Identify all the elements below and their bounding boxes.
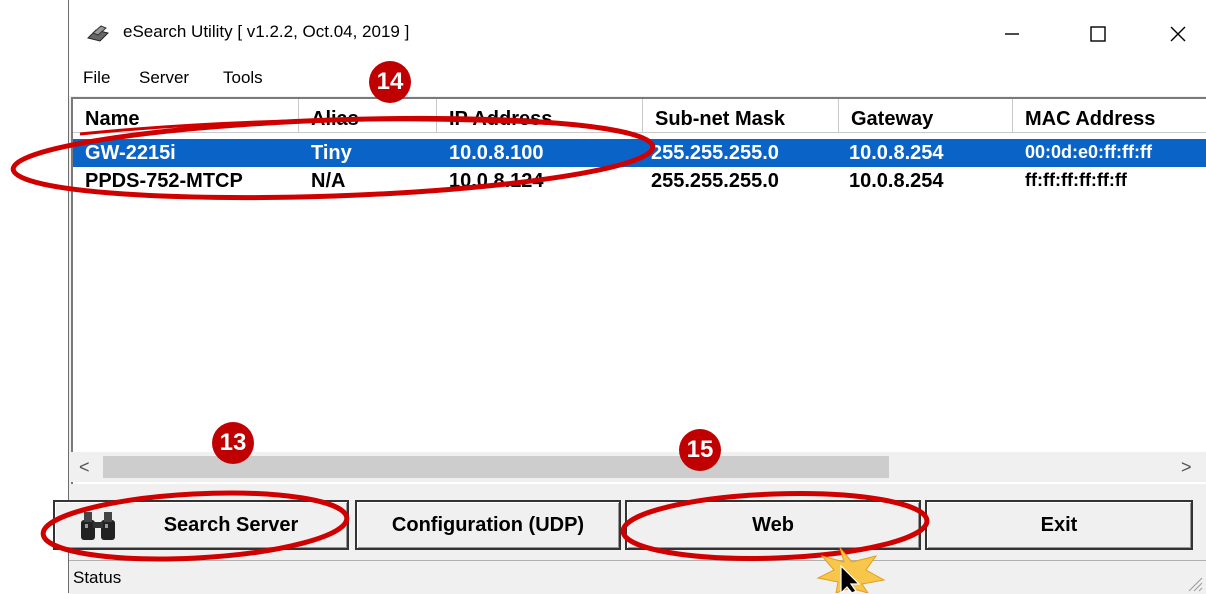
cell-gateway: 10.0.8.254 xyxy=(849,142,944,164)
binoculars-icon xyxy=(81,512,115,540)
column-gateway[interactable]: Gateway xyxy=(839,99,1013,133)
maximize-button[interactable] xyxy=(1075,12,1121,56)
resize-grip-icon[interactable] xyxy=(1185,574,1203,592)
menu-file[interactable]: File xyxy=(83,68,110,88)
title-bar: eSearch Utility [ v1.2.2, Oct.04, 2019 ] xyxy=(69,0,1206,60)
list-header: Name Alias IP Address Sub-net Mask Gatew… xyxy=(73,99,1206,133)
scroll-right-arrow-icon[interactable]: > xyxy=(1181,457,1192,478)
search-server-label: Search Server xyxy=(163,513,299,536)
search-server-button[interactable]: Search Server xyxy=(53,500,349,550)
close-button[interactable] xyxy=(1155,12,1201,56)
minimize-button[interactable] xyxy=(989,12,1035,56)
table-row[interactable]: PPDS-752-MTCP N/A 10.0.8.124 255.255.255… xyxy=(73,167,1206,195)
configuration-udp-button[interactable]: Configuration (UDP) xyxy=(355,500,621,550)
cell-mac: ff:ff:ff:ff:ff:ff xyxy=(1025,170,1127,190)
step-14-badge: 14 xyxy=(369,61,411,103)
exit-label: Exit xyxy=(1040,513,1078,536)
cell-name: PPDS-752-MTCP xyxy=(85,170,243,192)
web-label: Web xyxy=(752,513,794,536)
cell-gateway: 10.0.8.254 xyxy=(849,170,944,192)
cell-alias: N/A xyxy=(311,170,346,192)
menu-bar: File Server Tools xyxy=(69,60,1206,96)
app-icon xyxy=(87,25,109,42)
window-title: eSearch Utility [ v1.2.2, Oct.04, 2019 ] xyxy=(123,22,410,41)
web-button[interactable]: Web xyxy=(625,500,921,550)
column-name[interactable]: Name xyxy=(73,99,299,133)
configuration-udp-label: Configuration (UDP) xyxy=(391,513,585,536)
cell-ip: 10.0.8.124 xyxy=(449,170,544,192)
table-row[interactable]: GW-2215i Tiny 10.0.8.100 255.255.255.0 1… xyxy=(73,139,1206,167)
cell-name: GW-2215i xyxy=(85,142,176,164)
cell-mask: 255.255.255.0 xyxy=(651,142,779,164)
esearch-window: eSearch Utility [ v1.2.2, Oct.04, 2019 ]… xyxy=(53,0,1206,594)
cell-mask: 255.255.255.0 xyxy=(651,170,779,192)
column-alias[interactable]: Alias xyxy=(299,99,437,133)
menu-tools[interactable]: Tools xyxy=(223,68,263,88)
menu-server[interactable]: Server xyxy=(139,68,189,88)
column-ip-address[interactable]: IP Address xyxy=(437,99,643,133)
column-mac-address[interactable]: MAC Address xyxy=(1013,99,1206,133)
cell-alias: Tiny xyxy=(311,142,352,164)
cell-mac: 00:0d:e0:ff:ff:ff xyxy=(1025,142,1152,162)
status-text: Status xyxy=(73,568,122,587)
cell-ip: 10.0.8.100 xyxy=(449,142,544,164)
status-bar: Status xyxy=(69,560,1206,594)
step-15-badge: 15 xyxy=(679,429,721,471)
scroll-left-arrow-icon[interactable]: < xyxy=(79,457,90,478)
column-subnet-mask[interactable]: Sub-net Mask xyxy=(643,99,839,133)
step-13-badge: 13 xyxy=(212,422,254,464)
exit-button[interactable]: Exit xyxy=(925,500,1193,550)
